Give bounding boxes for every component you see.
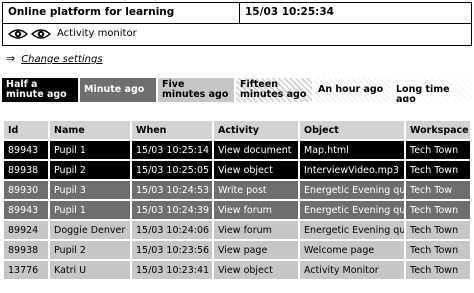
cell-name: Pupil 1 (50, 201, 130, 219)
column-header-id[interactable]: Id (4, 121, 48, 139)
header-top-row: Online platform for learning 15/03 10:25… (3, 3, 471, 24)
cell-when: 15/03 10:24:06 (132, 221, 212, 239)
cell-activity: Write post (214, 181, 298, 199)
eye-icon (8, 29, 28, 39)
cell-workspace: Tech Town (406, 261, 470, 279)
cell-name: Pupil 2 (50, 241, 130, 259)
cell-workspace: Tech Town (406, 141, 470, 159)
activity-table: Id Name When Activity Object Workspace 8… (2, 119, 472, 281)
cell-workspace: Tech Town (406, 201, 470, 219)
legend-long-time: Long time ago (392, 78, 472, 102)
legend-minute: Minute ago (80, 78, 156, 102)
table-header-row: Id Name When Activity Object Workspace (4, 121, 470, 139)
cell-when: 15/03 10:24:53 (132, 181, 212, 199)
cell-workspace: Tech Tow (406, 181, 470, 199)
header-divider (239, 3, 240, 24)
cell-object: InterviewVideo.mp3 (300, 161, 404, 179)
cell-workspace: Tech Town (406, 241, 470, 259)
activity-monitor-label: Activity monitor (57, 28, 137, 39)
cell-activity: View object (214, 161, 298, 179)
cell-object: Energetic Evening quiz (300, 201, 404, 219)
table-row[interactable]: 89924 Doggie Denver 15/03 10:24:06 View for… (4, 221, 470, 239)
cell-activity: View document (214, 141, 298, 159)
cell-name: Pupil 3 (50, 181, 130, 199)
table-row[interactable]: 13776 Katri U 15/03 10:23:41 View object Act… (4, 261, 470, 279)
cell-object: Map.html (300, 141, 404, 159)
cell-id: 89938 (4, 241, 48, 259)
cell-object: Energetic Evening quiz (300, 221, 404, 239)
header-box: Online platform for learning 15/03 10:25… (2, 2, 472, 46)
legend-half-minute: Half a minute ago (2, 78, 78, 102)
table-row[interactable]: 89930 Pupil 3 15/03 10:24:53 Write post Ener… (4, 181, 470, 199)
cell-name: Pupil 1 (50, 141, 130, 159)
cell-activity: View forum (214, 221, 298, 239)
cell-when: 15/03 10:23:41 (132, 261, 212, 279)
cell-when: 15/03 10:24:39 (132, 201, 212, 219)
change-settings[interactable]: ⇒ Change settings (6, 52, 103, 65)
table-row[interactable]: 89943 Pupil 1 15/03 10:25:14 View document M… (4, 141, 470, 159)
table-row[interactable]: 89938 Pupil 2 15/03 10:23:56 View page Welco… (4, 241, 470, 259)
cell-object: Welcome page (300, 241, 404, 259)
cell-id: 89924 (4, 221, 48, 239)
cell-name: Pupil 2 (50, 161, 130, 179)
current-time: 15/03 10:25:34 (245, 6, 334, 18)
change-settings-link[interactable]: Change settings (21, 54, 102, 65)
table-body: 89943 Pupil 1 15/03 10:25:14 View document M… (4, 141, 470, 279)
cell-when: 15/03 10:25:14 (132, 141, 212, 159)
cell-when: 15/03 10:25:05 (132, 161, 212, 179)
cell-name: Doggie Denver (50, 221, 130, 239)
column-header-activity[interactable]: Activity (214, 121, 298, 139)
column-header-object[interactable]: Object (300, 121, 404, 139)
right-arrow-icon: ⇒ (6, 52, 16, 65)
cell-id: 89943 (4, 141, 48, 159)
header-bottom-row: Activity monitor (3, 24, 471, 46)
cell-id: 89938 (4, 161, 48, 179)
cell-workspace: Tech Town (406, 161, 470, 179)
table-row[interactable]: 89943 Pupil 1 15/03 10:24:39 View forum Ener… (4, 201, 470, 219)
cell-id: 89930 (4, 181, 48, 199)
cell-name: Katri U (50, 261, 130, 279)
column-header-when[interactable]: When (132, 121, 212, 139)
cell-id: 13776 (4, 261, 48, 279)
cell-when: 15/03 10:23:56 (132, 241, 212, 259)
eye-icon (31, 29, 51, 39)
platform-title: Online platform for learning (8, 6, 175, 18)
legend-hour: An hour ago (314, 78, 390, 102)
cell-activity: View forum (214, 201, 298, 219)
legend-fifteen-minutes: Fifteen minutes ago (236, 78, 312, 102)
cell-id: 89943 (4, 201, 48, 219)
cell-activity: View page (214, 241, 298, 259)
table-row[interactable]: 89938 Pupil 2 15/03 10:25:05 View object Int… (4, 161, 470, 179)
column-header-workspace[interactable]: Workspace (406, 121, 470, 139)
cell-object: Activity Monitor (300, 261, 404, 279)
cell-object: Energetic Evening quiz (300, 181, 404, 199)
cell-activity: View object (214, 261, 298, 279)
legend-five-minutes: Five minutes ago (158, 78, 234, 102)
cell-workspace: Tech Town (406, 221, 470, 239)
column-header-name[interactable]: Name (50, 121, 130, 139)
